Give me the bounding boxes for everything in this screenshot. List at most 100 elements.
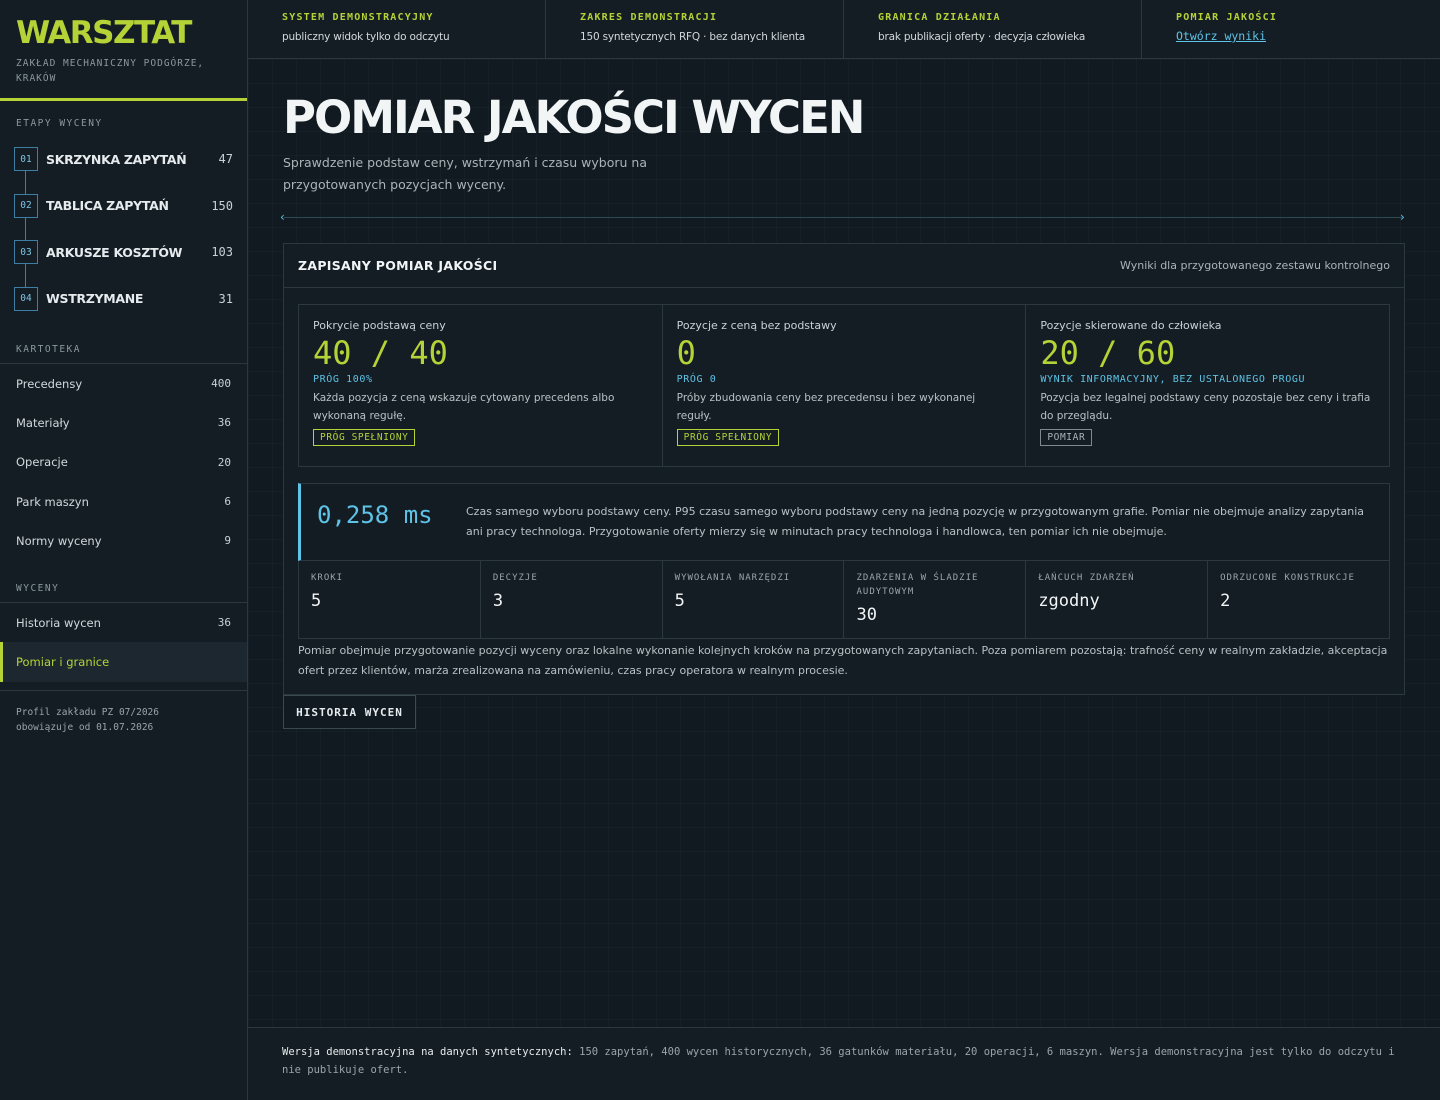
stat-decisions: DECYZJE 3 (481, 561, 663, 638)
metric-value: 40 / 40 (313, 334, 448, 372)
sidebar-item-norms[interactable]: Normy wyceny 9 (0, 521, 247, 560)
stage-item-inbox[interactable]: 01 SKRZYNKA ZAPYTAŃ 47 (0, 136, 247, 183)
plant-profile: Profil zakładu PZ 07/2026 obowiązuje od … (16, 705, 159, 735)
sidebar-item-machines[interactable]: Park maszyn 6 (0, 482, 247, 521)
divider-rule (284, 217, 1402, 218)
timing-value: 0,258 ms (317, 501, 433, 529)
history-button[interactable]: HISTORIA WYCEN (283, 695, 416, 729)
stat-value: zgodny (1038, 591, 1100, 611)
top-bar: SYSTEM DEMONSTRACYJNY publiczny widok ty… (248, 0, 1440, 59)
nav-count: 9 (224, 534, 231, 548)
profile-date: obowiązuje od 01.07.2026 (16, 722, 154, 733)
nav-count: 400 (211, 377, 231, 391)
sidebar-item-history[interactable]: Historia wycen 36 (0, 603, 247, 642)
stage-count: 31 (218, 291, 233, 306)
stages-section-label: ETAPY WYCENY (16, 118, 103, 129)
top-label: ZAKRES DEMONSTRACJI (580, 12, 718, 23)
stage-item-on-hold[interactable]: 04 WSTRZYMANE 31 (0, 276, 247, 323)
top-cell-boundary: GRANICA DZIAŁANIA brak publikacji oferty… (844, 0, 1142, 58)
metric-label: Pozycje skierowane do człowieka (1040, 319, 1222, 332)
chevron-right-icon: › (1400, 210, 1405, 224)
open-results-link[interactable]: Otwórz wyniki (1176, 29, 1266, 43)
nav-count: 6 (224, 495, 231, 509)
stage-label: SKRZYNKA ZAPYTAŃ (46, 151, 187, 167)
timing-description: Czas samego wyboru podstawy ceny. P95 cz… (466, 505, 1365, 538)
status-badge: POMIAR (1040, 429, 1093, 446)
metric-description: Każda pozycja z ceną wskazuje cytowany p… (313, 392, 615, 422)
nav-label: Historia wycen (16, 615, 101, 630)
top-label: SYSTEM DEMONSTRACYJNY (282, 12, 434, 23)
status-badge: PRÓG SPEŁNIONY (313, 429, 416, 446)
metrics-row: Pokrycie podstawą ceny 40 / 40 PRÓG 100%… (298, 304, 1390, 467)
metric-threshold: PRÓG 0 (676, 374, 717, 385)
top-value: publiczny widok tylko do odczytu (282, 31, 450, 43)
metric-value: 20 / 60 (1040, 334, 1176, 372)
top-value: brak publikacji oferty · decyzja człowie… (878, 31, 1086, 43)
stat-value: 30 (856, 605, 877, 625)
metric-value: 0 (676, 334, 696, 372)
nav-label: Operacje (16, 455, 68, 470)
quotes-list: Historia wycen 36 Pomiar i granice (0, 603, 247, 682)
stat-label: WYWOŁANIA NARZĘDZI (674, 573, 791, 583)
top-label: POMIAR JAKOŚCI (1176, 12, 1278, 23)
metric-label: Pozycje z ceną bez podstawy (676, 319, 837, 332)
divider (0, 690, 247, 691)
top-value: 150 syntetycznych RFQ · bez danych klien… (580, 31, 806, 43)
stat-value: 5 (311, 591, 322, 611)
stat-label: ZDARZENIA W ŚLADZIE AUDYTOWYM (856, 573, 979, 597)
stat-steps: KROKI 5 (299, 561, 481, 638)
stat-label: ODRZUCONE KONSTRUKCJE (1220, 573, 1355, 583)
stat-tool-calls: WYWOŁANIA NARZĘDZI 5 (663, 561, 845, 638)
nav-label: Precedensy (16, 376, 83, 391)
page-title: POMIAR JAKOŚCI WYCEN (283, 91, 865, 144)
metric-threshold: WYNIK INFORMACYJNY, BEZ USTALONEGO PROGU (1040, 374, 1306, 385)
stat-label: DECYZJE (492, 573, 538, 583)
sidebar-item-measurement[interactable]: Pomiar i granice (0, 642, 247, 682)
footer-lead: Wersja demonstracyjna na danych syntetyc… (282, 1046, 573, 1058)
nav-label: Pomiar i granice (16, 654, 110, 669)
nav-label: Park maszyn (16, 494, 89, 509)
stage-item-cost-sheets[interactable]: 03 ARKUSZE KOSZTÓW 103 (0, 229, 247, 276)
top-label: GRANICA DZIAŁANIA (878, 12, 1001, 23)
stage-label: TABLICA ZAPYTAŃ (46, 198, 169, 214)
stage-label: ARKUSZE KOSZTÓW (46, 244, 183, 260)
sidebar: WARSZTAT ZAKŁAD MECHANICZNY PODGÓRZE, KR… (0, 0, 248, 1100)
stat-rejected: ODRZUCONE KONSTRUKCJE 2 (1208, 561, 1389, 638)
nav-label: Materiały (16, 415, 70, 430)
nav-count: 36 (217, 616, 231, 630)
metric-description: Pozycja bez legalnej podstawy ceny pozos… (1040, 392, 1371, 422)
nav-count: 36 (217, 416, 231, 430)
quality-panel: ZAPISANY POMIAR JAKOŚCI Wyniki dla przyg… (283, 243, 1405, 695)
status-badge: PRÓG SPEŁNIONY (676, 429, 780, 446)
profile-line: Profil zakładu PZ 07/2026 (16, 707, 159, 718)
sidebar-item-precedents[interactable]: Precedensy 400 (0, 364, 247, 403)
main-content: POMIAR JAKOŚCI WYCEN Sprawdzenie podstaw… (248, 59, 1440, 1027)
timing-box: 0,258 ms Czas samego wyboru podstawy cen… (298, 483, 1390, 561)
stage-number: 03 (14, 240, 38, 265)
stage-number: 04 (14, 286, 38, 311)
metric-label: Pokrycie podstawą ceny (313, 319, 446, 332)
stage-item-board[interactable]: 02 TABLICA ZAPYTAŃ 150 (0, 183, 247, 230)
stat-audit-events: ZDARZENIA W ŚLADZIE AUDYTOWYM 30 (844, 561, 1027, 638)
stage-number: 01 (14, 147, 38, 172)
stat-label: ŁAŃCUCH ZDARZEŃ (1038, 573, 1135, 583)
scope-note: Pomiar obejmuje przygotowanie pozycji wy… (298, 644, 1388, 677)
metric-unbased-price: Pozycje z ceną bez podstawy 0 PRÓG 0 Pró… (663, 305, 1027, 466)
panel-note: Wyniki dla przygotowanego zestawu kontro… (1120, 259, 1390, 272)
stage-count: 47 (218, 152, 233, 167)
sidebar-item-materials[interactable]: Materiały 36 (0, 403, 247, 442)
brand-title[interactable]: WARSZTAT (16, 16, 231, 50)
nav-label: Normy wyceny (16, 533, 102, 548)
sidebar-item-operations[interactable]: Operacje 20 (0, 443, 247, 482)
catalog-section-label: KARTOTEKA (16, 344, 81, 355)
stage-count: 103 (211, 245, 233, 260)
stat-event-chain: ŁAŃCUCH ZDARZEŃ zgodny (1026, 561, 1209, 638)
catalog-list: Precedensy 400 Materiały 36 Operacje 20 … (0, 364, 247, 560)
top-cell-scope: ZAKRES DEMONSTRACJI 150 syntetycznych RF… (546, 0, 844, 58)
stat-value: 5 (674, 591, 685, 611)
stage-label: WSTRZYMANE (46, 291, 144, 307)
stage-count: 150 (211, 198, 233, 213)
metric-human-review: Pozycje skierowane do człowieka 20 / 60 … (1026, 305, 1389, 466)
top-cell-quality: POMIAR JAKOŚCI Otwórz wyniki (1142, 0, 1440, 58)
brand: WARSZTAT ZAKŁAD MECHANICZNY PODGÓRZE, KR… (0, 0, 247, 101)
